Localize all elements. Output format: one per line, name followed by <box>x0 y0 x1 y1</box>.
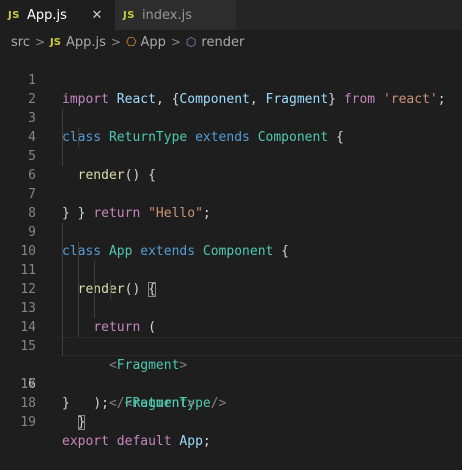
indent-guide <box>78 242 79 261</box>
indent-guide <box>62 337 63 356</box>
indent-guide <box>78 280 79 299</box>
indent-guide <box>78 261 79 280</box>
indent-guide <box>62 147 63 166</box>
code-line: 9 class App extends Component { <box>0 204 462 259</box>
indent-guide <box>78 128 79 147</box>
code-line: 12 <Fragment> <box>0 261 462 373</box>
indent-guide <box>62 261 63 280</box>
code-line: 19 export default App; <box>0 394 462 449</box>
indent-guide <box>62 280 63 299</box>
breadcrumb-file-app-js[interactable]: JS App.js <box>50 35 106 50</box>
code-line: 18 <box>0 375 462 411</box>
breadcrumb-file-label: App.js <box>65 34 106 50</box>
code-line: 2 <box>0 71 462 107</box>
breadcrumb-method-render[interactable]: ⬡ render <box>186 35 244 50</box>
indent-guide <box>62 109 63 128</box>
chevron-right-icon: > <box>170 35 181 49</box>
chevron-right-icon: > <box>110 35 121 49</box>
code-line: 1 import React, {Component, Fragment} fr… <box>0 52 462 107</box>
code-line: 3 class ReturnType extends Component { <box>0 90 462 145</box>
breadcrumb-folder-src[interactable]: src <box>11 35 30 50</box>
line-content: } <box>62 413 86 432</box>
code-line: 17 } <box>0 356 462 411</box>
code-line: 4 render() { <box>0 109 462 183</box>
tab-index-js[interactable]: JS index.js <box>115 0 236 30</box>
code-line: 13 <ReturnType/> <box>0 280 462 411</box>
code-editor[interactable]: 1 import React, {Component, Fragment} fr… <box>0 52 462 449</box>
code-line: 7 } <box>0 166 462 221</box>
breadcrumb-method-label: render <box>201 34 245 50</box>
code-line: 14 </Fragment> <box>0 299 462 411</box>
indent-guide <box>62 299 63 318</box>
breadcrumb-class-label: App <box>140 34 166 50</box>
breadcrumb: src > JS App.js > ⎔ App > ⬡ render <box>0 30 462 54</box>
javascript-file-icon: JS <box>50 36 61 48</box>
code-line: 5 return "Hello"; <box>0 128 462 221</box>
indent-guide <box>62 242 63 261</box>
symbol-class-icon: ⎔ <box>125 35 137 49</box>
code-line: 10 render() { <box>0 223 462 297</box>
indent-guide <box>94 299 95 318</box>
tab-app-js[interactable]: JS App.js ✕ <box>0 0 115 30</box>
indent-guide <box>62 318 63 337</box>
code-line: 11 return ( <box>0 242 462 335</box>
matched-bracket: } <box>77 415 86 430</box>
tab-title: index.js <box>141 7 193 23</box>
close-icon[interactable]: ✕ <box>89 8 105 23</box>
indent-guide <box>94 261 95 280</box>
line-content: export default App; <box>62 434 211 449</box>
editor-tab-bar: JS App.js ✕ JS index.js <box>0 0 462 30</box>
line-number: 19 <box>20 415 36 430</box>
chevron-right-icon: > <box>34 35 46 49</box>
current-line-highlight <box>58 337 462 356</box>
breadcrumb-class-app[interactable]: ⎔ App <box>126 35 166 50</box>
indent-guide <box>78 299 79 318</box>
code-line: 15 ); <box>0 318 462 411</box>
code-line: 6 } <box>0 147 462 221</box>
code-line: 8 <box>0 185 462 221</box>
javascript-file-icon: JS <box>123 9 135 21</box>
indent-guide <box>94 280 95 299</box>
symbol-method-icon: ⬡ <box>185 35 197 49</box>
indent-guide <box>78 318 79 337</box>
code-line-current: 16 } <box>0 337 462 430</box>
indent-guide <box>110 280 111 299</box>
javascript-file-icon: JS <box>8 9 20 21</box>
indent-guide <box>62 223 63 242</box>
indent-guide <box>62 128 63 147</box>
tab-title: App.js <box>26 7 67 23</box>
